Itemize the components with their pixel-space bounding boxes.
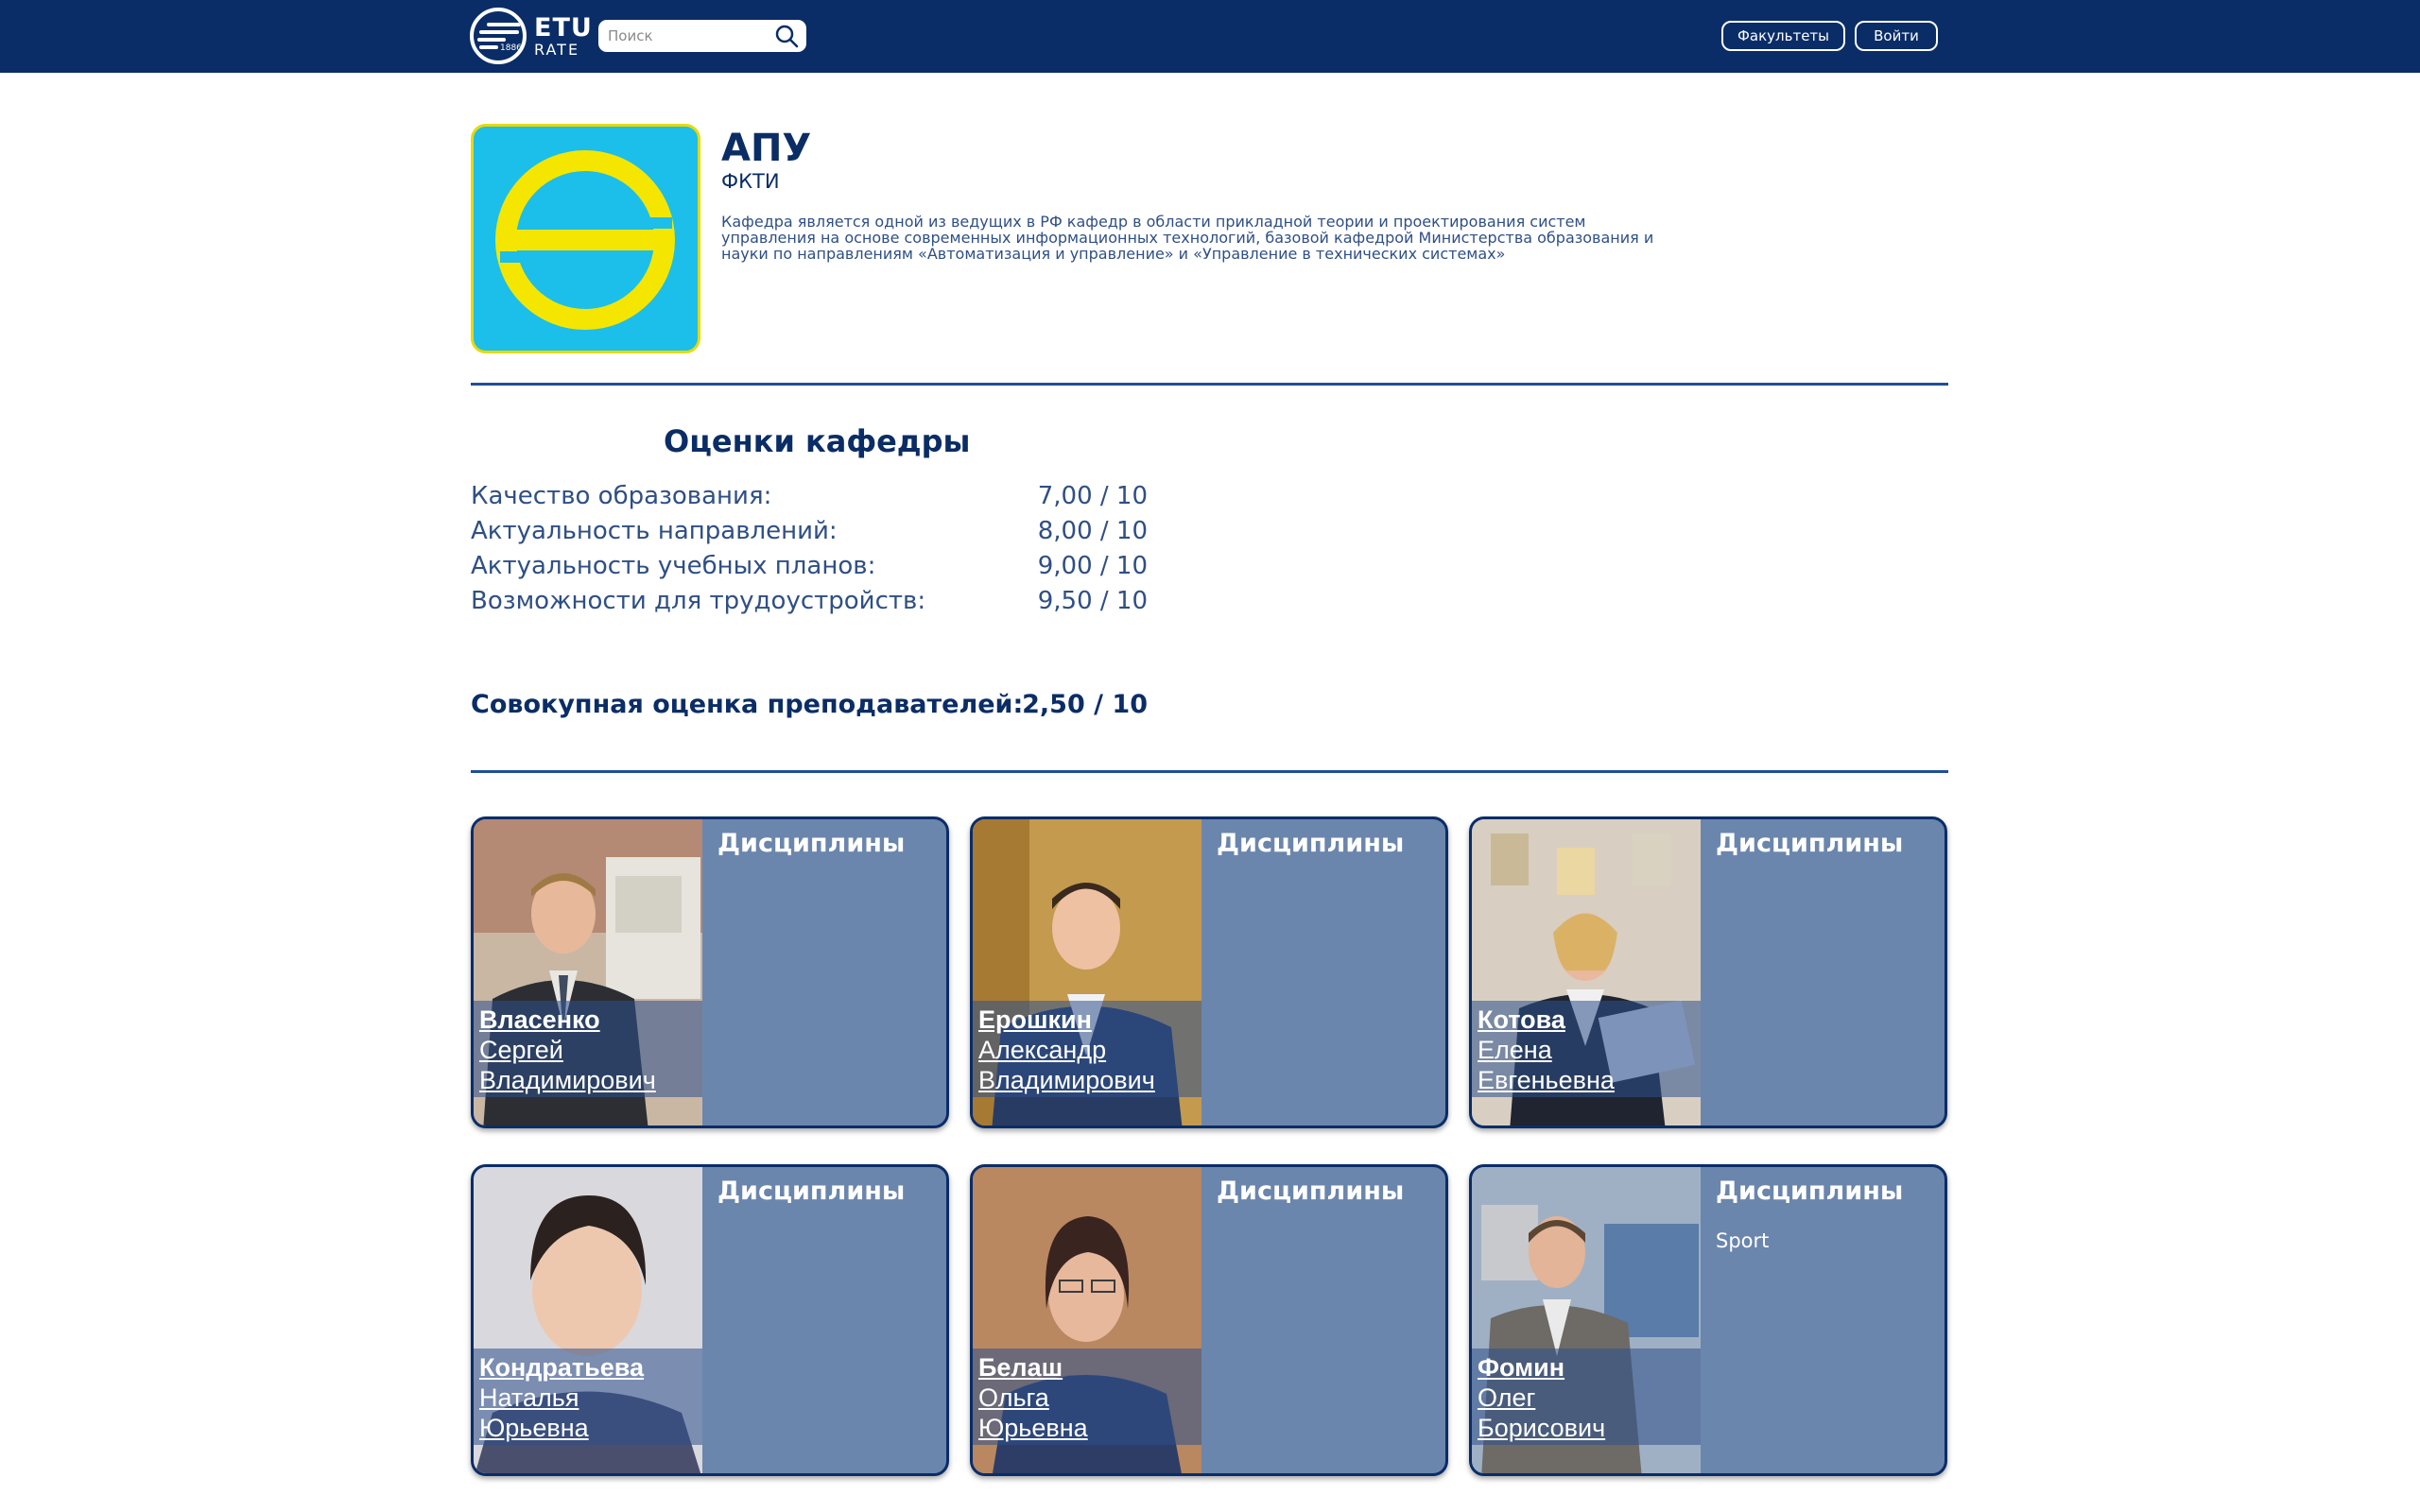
- ratings-title: Оценки кафедры: [664, 423, 971, 459]
- rating-row: Качество образования: 7,00 / 10: [471, 482, 1148, 514]
- teacher-name-box: Ерошкин Александр Владимирович: [973, 1001, 1201, 1097]
- rating-value: 9,50 / 10: [1037, 587, 1148, 615]
- teacher-name-box: Белаш Ольга Юрьевна: [973, 1349, 1201, 1445]
- search-input[interactable]: [608, 26, 759, 46]
- department-title: АПУ: [721, 127, 812, 170]
- aggregate-rating-value: 2,50 / 10: [1022, 690, 1148, 719]
- rating-label: Актуальность направлений:: [471, 517, 838, 545]
- teacher-name-box: Котова Елена Евгеньевна: [1472, 1001, 1701, 1097]
- teacher-surname-link[interactable]: Ерошкин: [978, 1005, 1196, 1035]
- teacher-card[interactable]: Котова Елена Евгеньевна Дисциплины: [1469, 816, 1947, 1128]
- rating-value: 8,00 / 10: [1037, 517, 1148, 545]
- rating-value: 7,00 / 10: [1037, 482, 1148, 510]
- teacher-name-box: Кондратьева Наталья Юрьевна: [474, 1349, 702, 1445]
- rating-row: Возможности для трудоустройств: 9,50 / 1…: [471, 587, 1148, 619]
- teacher-name-box: Власенко Сергей Владимирович: [474, 1001, 702, 1097]
- disciplines-title: Дисциплины: [1217, 1177, 1405, 1206]
- faculties-button[interactable]: Факультеты: [1721, 21, 1845, 51]
- department-emblem-icon: [495, 150, 675, 330]
- teacher-surname-link[interactable]: Кондратьева: [479, 1352, 697, 1383]
- discipline-link[interactable]: Sport: [1716, 1229, 1769, 1252]
- section-divider: [471, 770, 1948, 773]
- section-divider: [471, 383, 1948, 386]
- department-description: Кафедра является одной из ведущих в РФ к…: [721, 213, 1654, 263]
- teacher-surname-link[interactable]: Белаш: [978, 1352, 1196, 1383]
- teacher-card[interactable]: Кондратьева Наталья Юрьевна Дисциплины: [471, 1164, 949, 1476]
- disciplines-title: Дисциплины: [717, 1177, 906, 1206]
- logo-text-etu: ETU: [534, 12, 593, 43]
- teacher-card[interactable]: Фомин Олег Борисович Дисциплины Sport: [1469, 1164, 1947, 1476]
- teacher-name-link[interactable]: Елена: [1478, 1035, 1695, 1065]
- disciplines-title: Дисциплины: [1217, 829, 1405, 858]
- disciplines-title: Дисциплины: [1716, 1177, 1904, 1206]
- teacher-surname-link[interactable]: Власенко: [479, 1005, 697, 1035]
- disciplines-title: Дисциплины: [717, 829, 906, 858]
- teacher-patronymic-link[interactable]: Владимирович: [479, 1065, 697, 1095]
- teacher-name-link[interactable]: Александр: [978, 1035, 1196, 1065]
- teacher-card[interactable]: Ерошкин Александр Владимирович Дисциплин…: [970, 816, 1448, 1128]
- teacher-patronymic-link[interactable]: Юрьевна: [479, 1413, 697, 1443]
- teacher-name-box: Фомин Олег Борисович: [1472, 1349, 1701, 1445]
- aggregate-rating: Совокупная оценка преподавателей: 2,50 /…: [471, 690, 1148, 724]
- teacher-card[interactable]: Белаш Ольга Юрьевна Дисциплины: [970, 1164, 1448, 1476]
- rating-row: Актуальность учебных планов: 9,00 / 10: [471, 552, 1148, 584]
- disciplines-title: Дисциплины: [1716, 829, 1904, 858]
- rating-label: Качество образования:: [471, 482, 772, 510]
- login-button[interactable]: Войти: [1855, 21, 1938, 51]
- teacher-name-link[interactable]: Сергей: [479, 1035, 697, 1065]
- top-navbar: 1886 ETU RATE Факультеты Войти: [0, 0, 2420, 73]
- teacher-name-link[interactable]: Ольга: [978, 1383, 1196, 1413]
- search-box: [598, 20, 806, 52]
- search-icon[interactable]: [774, 24, 799, 48]
- etu-logo-icon: 1886: [470, 8, 527, 64]
- teacher-surname-link[interactable]: Фомин: [1478, 1352, 1695, 1383]
- teacher-patronymic-link[interactable]: Юрьевна: [978, 1413, 1196, 1443]
- rating-value: 9,00 / 10: [1037, 552, 1148, 580]
- teacher-patronymic-link[interactable]: Борисович: [1478, 1413, 1695, 1443]
- teacher-name-link[interactable]: Наталья: [479, 1383, 697, 1413]
- teacher-patronymic-link[interactable]: Владимирович: [978, 1065, 1196, 1095]
- teacher-patronymic-link[interactable]: Евгеньевна: [1478, 1065, 1695, 1095]
- rating-label: Актуальность учебных планов:: [471, 552, 876, 580]
- rating-row: Актуальность направлений: 8,00 / 10: [471, 517, 1148, 549]
- department-faculty[interactable]: ФКТИ: [721, 170, 780, 193]
- department-logo: [471, 124, 700, 353]
- teacher-card[interactable]: Власенко Сергей Владимирович Дисциплины: [471, 816, 949, 1128]
- teacher-surname-link[interactable]: Котова: [1478, 1005, 1695, 1035]
- etu-rate-logo[interactable]: 1886 ETU RATE: [470, 8, 593, 64]
- rating-label: Возможности для трудоустройств:: [471, 587, 926, 615]
- logo-text-rate: RATE: [534, 40, 580, 59]
- aggregate-rating-label: Совокупная оценка преподавателей:: [471, 690, 1024, 719]
- teacher-name-link[interactable]: Олег: [1478, 1383, 1695, 1413]
